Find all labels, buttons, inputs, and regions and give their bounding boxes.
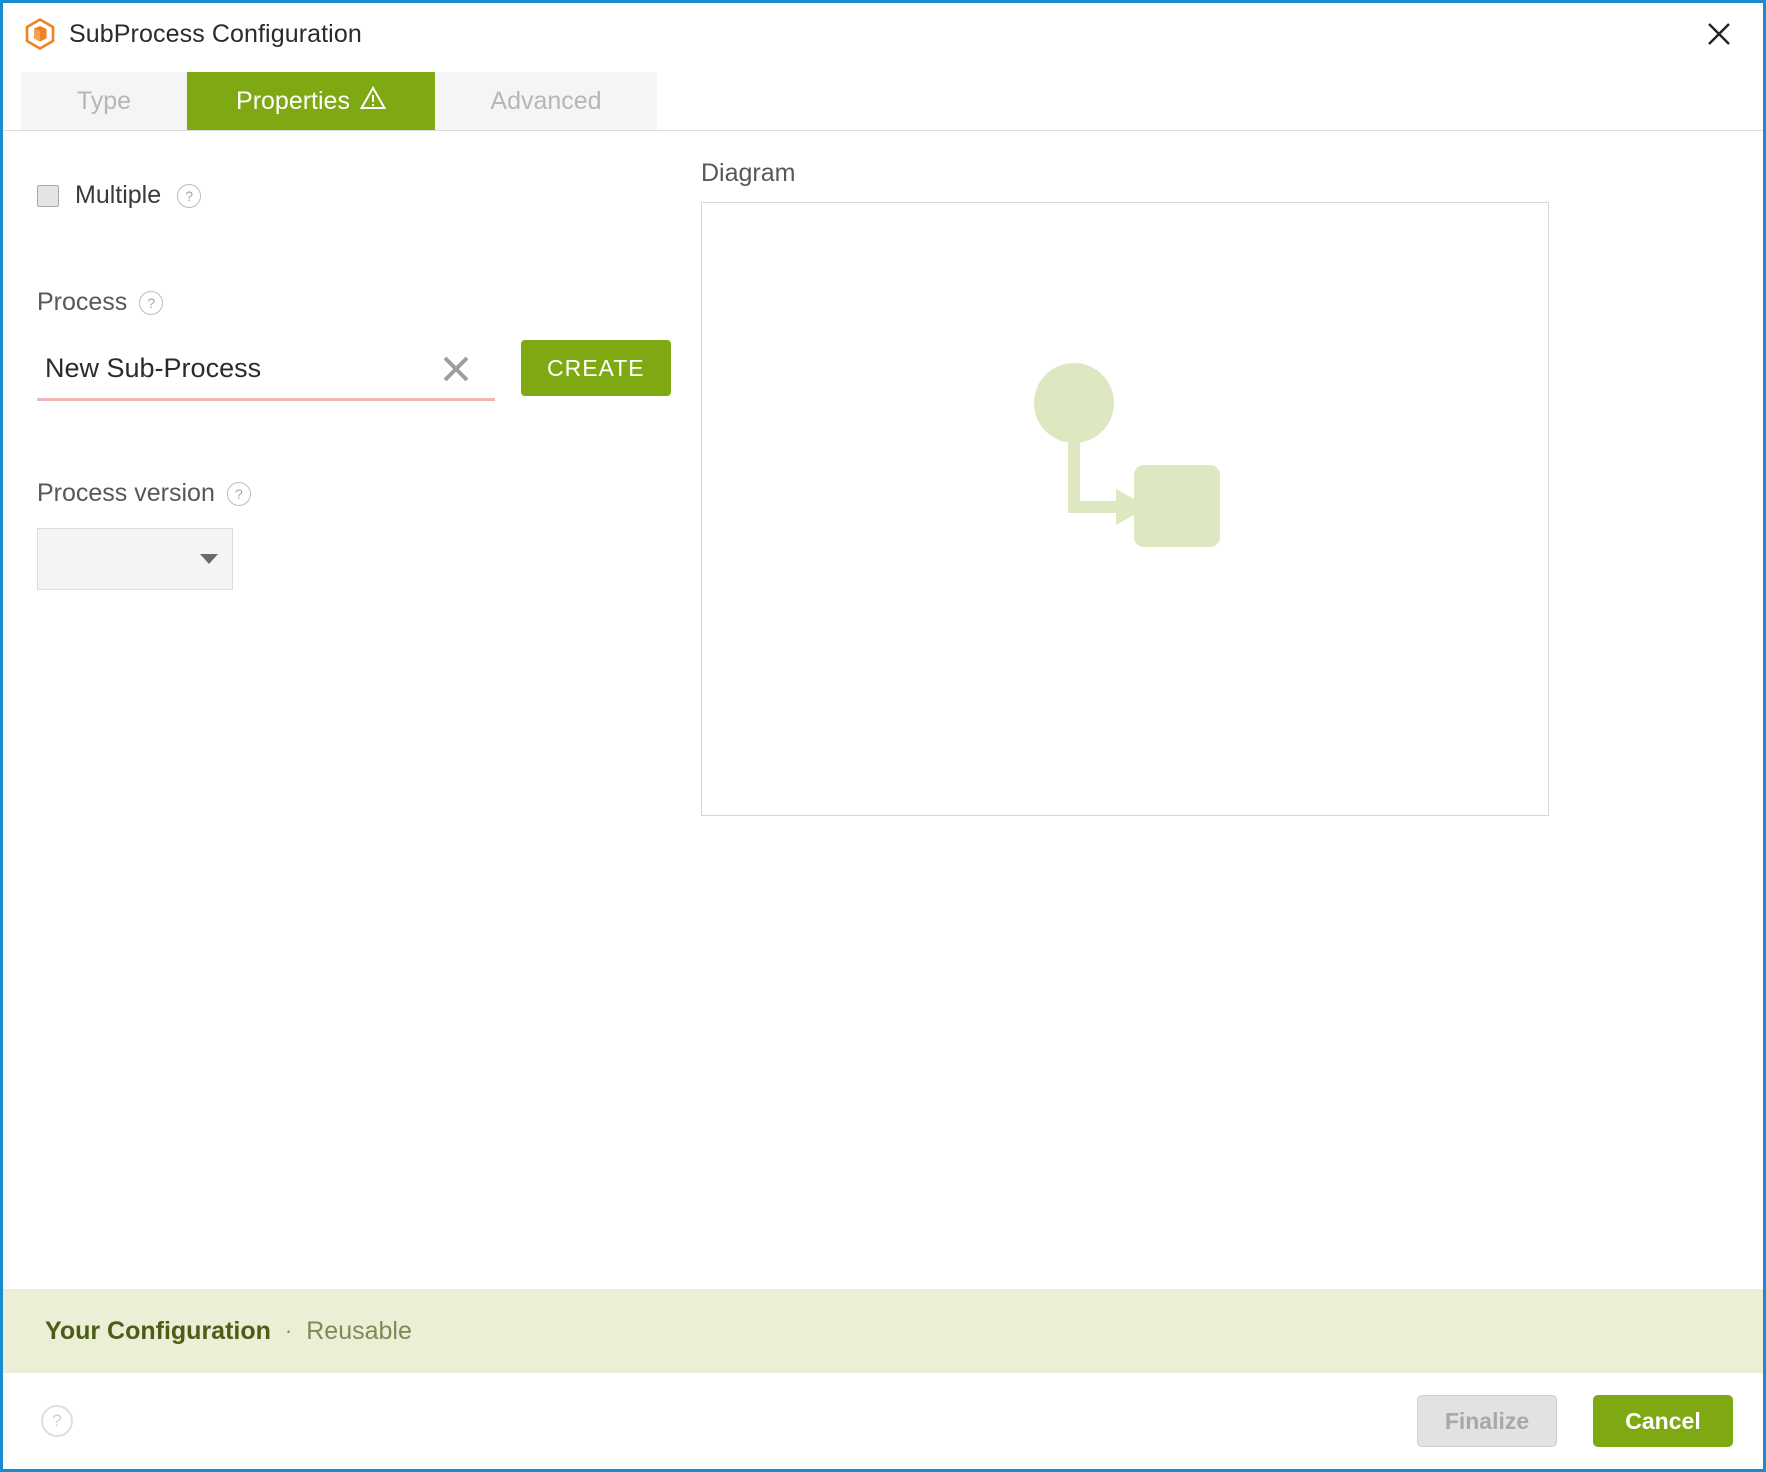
configuration-separator: · bbox=[284, 1318, 293, 1343]
tab-advanced[interactable]: Advanced bbox=[435, 72, 657, 130]
dialog-body: Multiple ? Process ? New Sub-Process CRE… bbox=[3, 131, 1763, 1289]
configuration-banner: Your Configuration · Reusable bbox=[3, 1289, 1763, 1373]
configuration-title: Your Configuration bbox=[45, 1316, 271, 1345]
tab-advanced-label: Advanced bbox=[490, 86, 602, 115]
clear-x-icon[interactable] bbox=[441, 354, 471, 384]
cancel-button[interactable]: Cancel bbox=[1593, 1395, 1733, 1447]
process-input-value: New Sub-Process bbox=[45, 353, 262, 383]
properties-form: Multiple ? Process ? New Sub-Process CRE… bbox=[3, 131, 693, 1289]
diagram-illustration bbox=[1034, 363, 1220, 547]
process-input-row: New Sub-Process CREATE bbox=[37, 339, 693, 401]
dialog-titlebar: SubProcess Configuration bbox=[3, 3, 1763, 65]
configuration-subtitle: Reusable bbox=[306, 1316, 412, 1345]
chevron-down-icon bbox=[200, 554, 218, 564]
help-circle-icon-process-version[interactable]: ? bbox=[226, 481, 251, 506]
help-circle-icon-process[interactable]: ? bbox=[139, 290, 164, 315]
multiple-label: Multiple bbox=[75, 181, 162, 209]
diagram-label: Diagram bbox=[701, 159, 796, 187]
finalize-button[interactable]: Finalize bbox=[1417, 1395, 1557, 1447]
dialog-action-bar: ? Finalize Cancel bbox=[3, 1373, 1763, 1469]
process-label-row: Process ? bbox=[37, 288, 693, 317]
process-label: Process bbox=[37, 288, 128, 316]
subprocess-configuration-dialog: SubProcess Configuration Type Properties bbox=[0, 0, 1766, 1472]
help-circle-icon-multiple[interactable]: ? bbox=[177, 183, 202, 208]
process-version-label-row: Process version ? bbox=[37, 479, 693, 508]
process-input[interactable]: New Sub-Process bbox=[37, 339, 495, 401]
start-event-circle bbox=[1034, 363, 1114, 443]
tab-type-label: Type bbox=[76, 86, 132, 115]
multiple-checkbox[interactable] bbox=[37, 184, 59, 207]
process-version-select[interactable] bbox=[37, 528, 233, 590]
task-rounded-rect bbox=[1134, 465, 1220, 547]
diagram-preview[interactable] bbox=[701, 202, 1549, 816]
process-version-label: Process version bbox=[37, 479, 215, 507]
tab-properties-label: Properties bbox=[236, 86, 350, 115]
tab-properties[interactable]: Properties bbox=[187, 72, 435, 130]
process-version-field-group: Process version ? bbox=[37, 479, 693, 590]
diagram-panel: Diagram bbox=[693, 131, 1763, 1289]
tab-type[interactable]: Type bbox=[21, 72, 187, 130]
multiple-row: Multiple ? bbox=[37, 181, 693, 210]
process-field-group: Process ? New Sub-Process CREATE bbox=[37, 288, 693, 401]
create-button[interactable]: CREATE bbox=[521, 340, 671, 396]
close-icon[interactable] bbox=[1697, 12, 1741, 56]
hexagon-cube-icon bbox=[23, 17, 57, 51]
help-circle-icon-footer[interactable]: ? bbox=[41, 1405, 73, 1437]
dialog-buttons: Finalize Cancel bbox=[1417, 1395, 1733, 1447]
dialog-title: SubProcess Configuration bbox=[69, 19, 362, 48]
tab-bar: Type Properties Advanced bbox=[3, 65, 1763, 131]
warning-triangle-icon bbox=[359, 85, 387, 117]
